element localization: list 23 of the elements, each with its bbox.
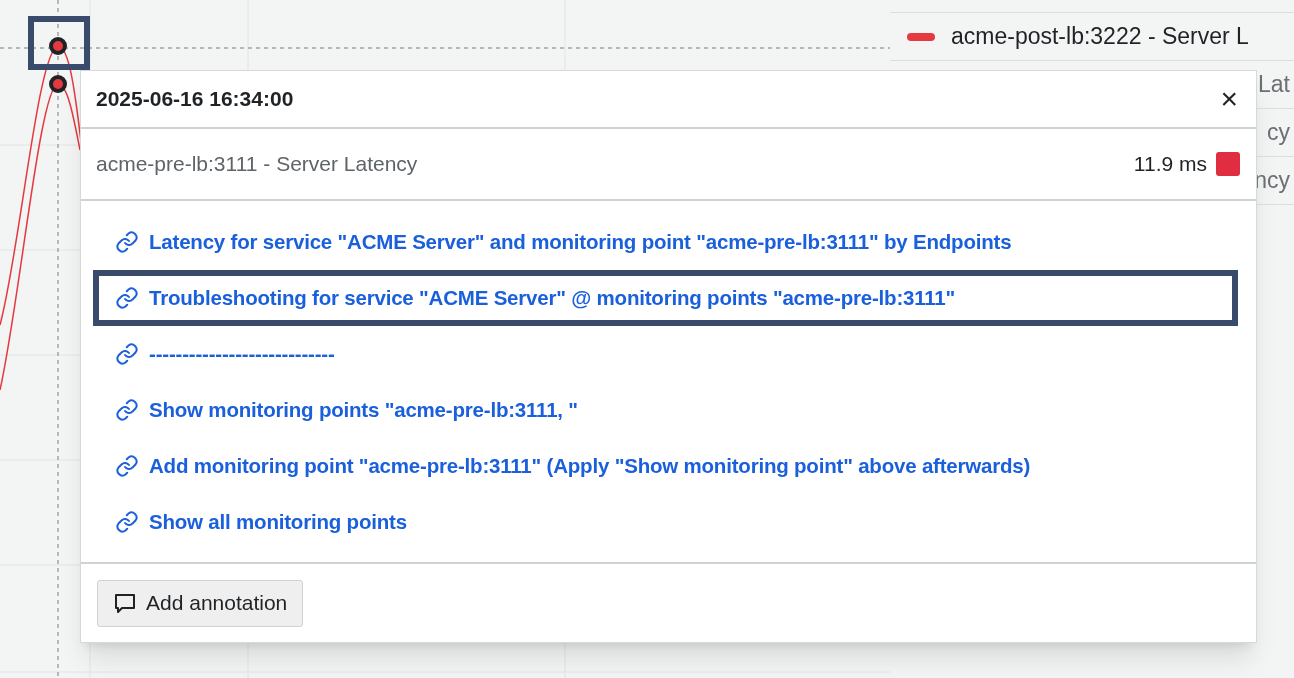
link[interactable]: Show monitoring points "acme-pre-lb:3111, " (115, 394, 578, 426)
link[interactable]: ---------------------------- (115, 338, 335, 370)
data-point (49, 75, 67, 93)
legend-label: acme-post-lb:3222 - Server L (951, 22, 1249, 52)
data-point (49, 37, 67, 55)
legend-label: cy (1267, 118, 1290, 148)
link-icon (115, 342, 139, 366)
link[interactable]: Show all monitoring points (115, 506, 407, 538)
legend-label: Lat (1258, 70, 1290, 100)
link[interactable]: Troubleshooting for service "ACME Server" @ monitoring points "acme-pre-lb:3111" (115, 282, 956, 314)
series-name: acme-pre-lb:3111 - Server Latency (96, 151, 418, 178)
series-value: 11.9 ms (1133, 151, 1207, 178)
link[interactable]: Latency for service "ACME Server" and monitoring point "acme-pre-lb:3111" by Endpoints (115, 226, 1012, 258)
link-icon (115, 286, 139, 310)
close-button[interactable]: × (1220, 84, 1238, 114)
link-icon (115, 398, 139, 422)
link-icon (115, 510, 139, 534)
add-annotation-button[interactable]: Add annotation (97, 579, 304, 627)
link-icon (115, 454, 139, 478)
popup-timestamp: 2025-06-16 16:34:00 (96, 86, 294, 113)
link[interactable]: Add monitoring point "acme-pre-lb:3111" (Apply "Show monitoring point" above afterwards) (115, 450, 1031, 482)
link-icon (115, 230, 139, 254)
comment-icon (113, 591, 137, 615)
